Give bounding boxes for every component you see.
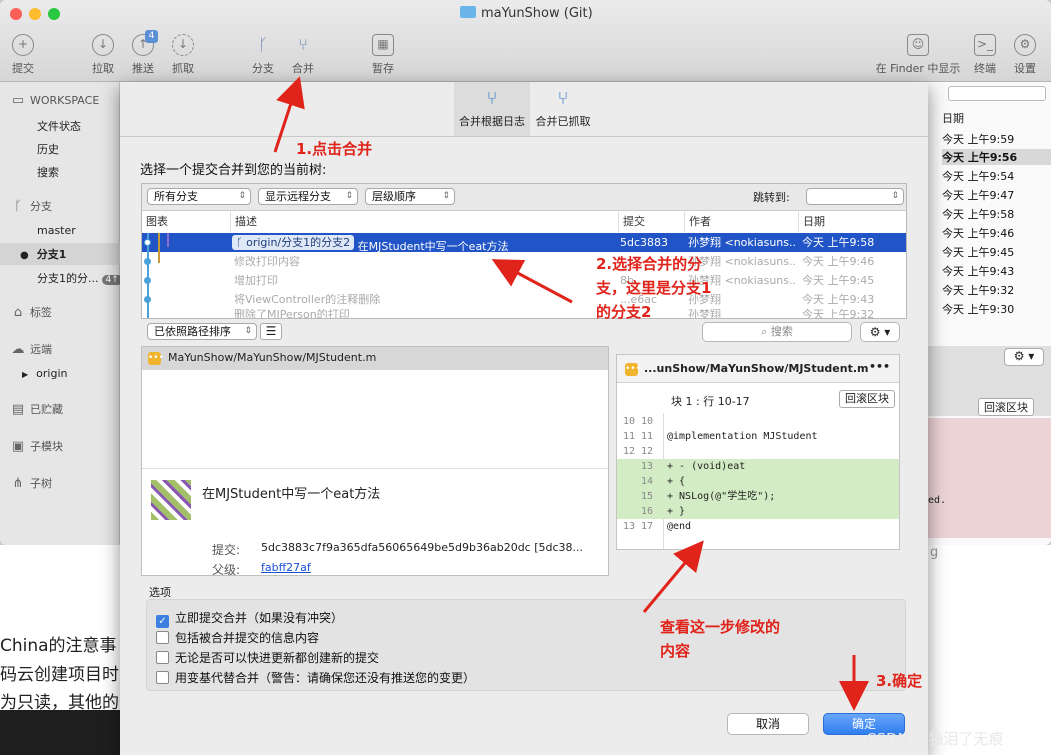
annotation-step2-line1: 2.选择合并的分 (596, 255, 703, 273)
arrow-to-commit (491, 259, 573, 304)
annotation-arrows (273, 76, 869, 711)
annotation-view-line1: 查看这一步修改的 (660, 618, 781, 636)
annotation-view-line2: 内容 (660, 642, 691, 660)
watermark: CSDN @独泪了无痕 (866, 730, 1004, 748)
arrow-to-merge (273, 76, 305, 153)
annotation-step2-line3: 的分支2 (596, 303, 652, 321)
arrow-to-diff (642, 540, 704, 613)
annotation-step1: 1.点击合并 (296, 140, 373, 158)
annotation-step3: 3.确定 (876, 672, 923, 690)
annotation-step2-line2: 支，这里是分支1 (596, 279, 712, 297)
